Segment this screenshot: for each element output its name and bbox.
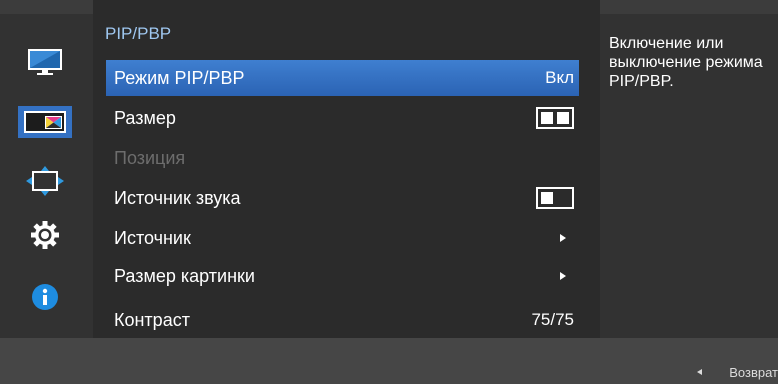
sidebar-item-system[interactable] [22, 220, 68, 250]
monitor-icon [28, 49, 62, 75]
menu-row-source[interactable]: Источник [106, 220, 579, 256]
sidebar-item-position[interactable] [22, 166, 68, 196]
return-label: Возврат [729, 364, 778, 380]
position-arrows-icon [26, 166, 64, 196]
menu-row-contrast[interactable]: Контраст 75/75 [106, 302, 579, 338]
settings-gear-icon [31, 221, 59, 249]
menu-row-sound-source[interactable]: Источник звука [106, 180, 579, 216]
osd-background: PIP/PBP Режим PIP/PBP Вкл Размер Позиция… [0, 0, 778, 384]
menu-row-picture-size[interactable]: Размер картинки [106, 258, 579, 294]
sound-source-icon [536, 187, 574, 209]
menu-row-value: Вкл [545, 68, 574, 87]
menu-row-label: Источник звука [114, 187, 241, 208]
menu-row-label: Позиция [114, 147, 186, 168]
menu-row-pip-pbp-mode[interactable]: Режим PIP/PBP Вкл [106, 60, 579, 96]
info-icon [32, 284, 58, 310]
submenu-arrow-icon [560, 234, 566, 242]
menu-row-label: Размер [114, 107, 176, 128]
picture-in-picture-icon [24, 111, 66, 133]
menu-row-size[interactable]: Размер [106, 100, 579, 136]
size-split-icon [536, 107, 574, 129]
menu-row-label: Контраст [114, 309, 190, 330]
help-panel: Включение или выключение режима PIP/PBP. [600, 14, 778, 338]
bottom-bar [0, 338, 778, 384]
submenu-arrow-icon [560, 272, 566, 280]
sidebar-item-pip-pbp[interactable] [18, 106, 72, 138]
back-arrow-icon [697, 369, 703, 375]
menu-title: PIP/PBP [105, 24, 172, 43]
menu-row-position: Позиция [106, 140, 579, 176]
sidebar-item-picture[interactable] [22, 47, 68, 77]
sidebar-item-info[interactable] [22, 282, 68, 312]
return-button[interactable]: Возврат [697, 362, 778, 382]
main-menu-panel: PIP/PBP Режим PIP/PBP Вкл Размер Позиция… [93, 0, 600, 352]
help-text: Включение или выключение режима PIP/PBP. [609, 35, 763, 90]
left-sidebar [0, 14, 93, 338]
menu-row-label: Источник [114, 227, 191, 248]
menu-row-label: Режим PIP/PBP [114, 67, 245, 88]
menu-row-label: Размер картинки [114, 265, 255, 286]
menu-row-value: 75/75 [531, 310, 574, 329]
